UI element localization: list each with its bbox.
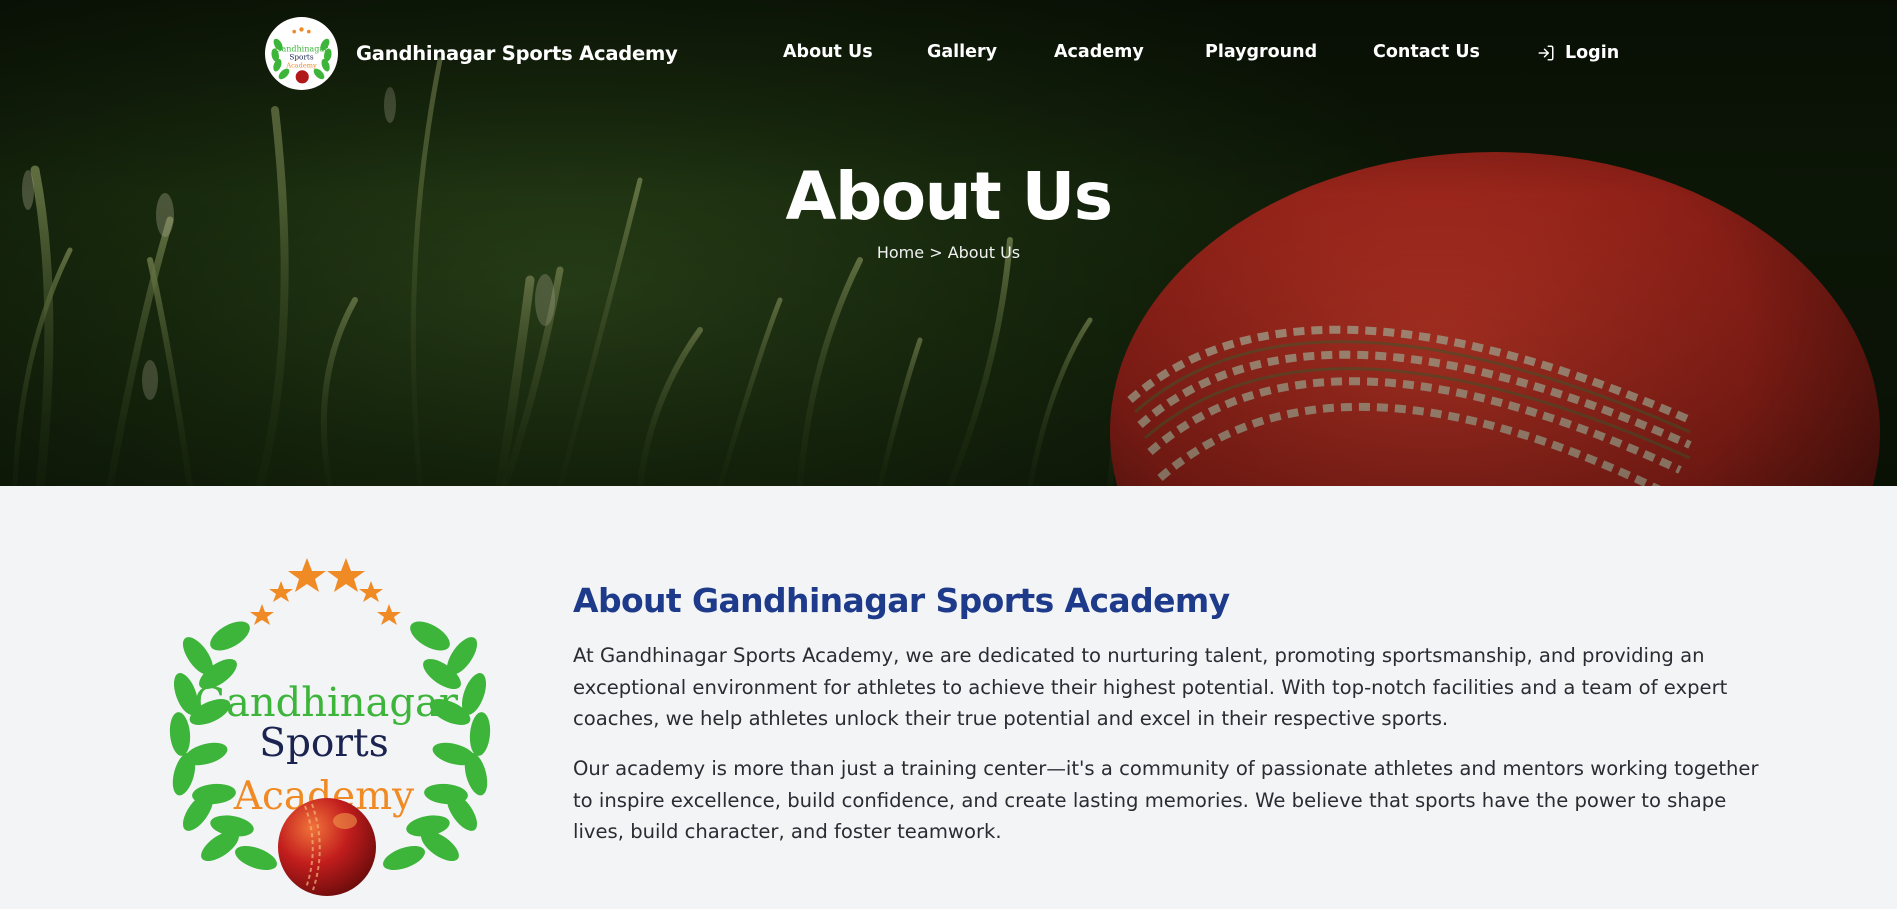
emblem-text-gandhinagar: Gandhinagar	[194, 680, 459, 726]
breadcrumb-current: About Us	[947, 243, 1021, 262]
breadcrumb: Home > About Us	[0, 243, 1897, 262]
login-icon	[1538, 45, 1554, 61]
svg-text:Academy: Academy	[285, 61, 317, 69]
nav-item-gallery[interactable]: Gallery	[927, 42, 997, 62]
nav-item-academy[interactable]: Academy	[1054, 42, 1144, 62]
nav-item-playground[interactable]: Playground	[1205, 42, 1317, 62]
about-paragraph-2: Our academy is more than just a training…	[573, 757, 1759, 843]
emblem-text-sports: Sports	[259, 721, 389, 766]
academy-emblem-image: Gandhinagar Sports Academy	[169, 558, 491, 896]
svg-text:Sports: Sports	[289, 52, 313, 61]
brand-logo[interactable]: Gandhinagar Sports Academy	[265, 17, 338, 90]
brand[interactable]: Gandhinagar Sports Academy Gandhinagar S…	[265, 17, 678, 90]
about-heading: About Gandhinagar Sports Academy	[573, 581, 1230, 620]
nav-item-contact-us[interactable]: Contact Us	[1373, 42, 1480, 62]
nav-item-about-us[interactable]: About Us	[783, 42, 873, 62]
page-title: About Us	[785, 158, 1113, 235]
top-navigation: Gandhinagar Sports Academy Gandhinagar S…	[0, 0, 1897, 108]
breadcrumb-home[interactable]: Home	[877, 243, 924, 262]
cricket-ball-icon	[278, 798, 376, 896]
brand-name[interactable]: Gandhinagar Sports Academy	[356, 42, 678, 65]
breadcrumb-separator: >	[929, 243, 943, 262]
about-paragraph-1: At Gandhinagar Sports Academy, we are de…	[573, 644, 1728, 730]
login-button[interactable]: Login	[1537, 43, 1619, 63]
about-section: Gandhinagar Sports Academy About Gandhin…	[0, 486, 1897, 909]
hero-banner: Gandhinagar Sports Academy Gandhinagar S…	[0, 0, 1897, 486]
login-label: Login	[1565, 43, 1620, 63]
academy-logo-icon: Gandhinagar Sports Academy	[271, 27, 332, 84]
